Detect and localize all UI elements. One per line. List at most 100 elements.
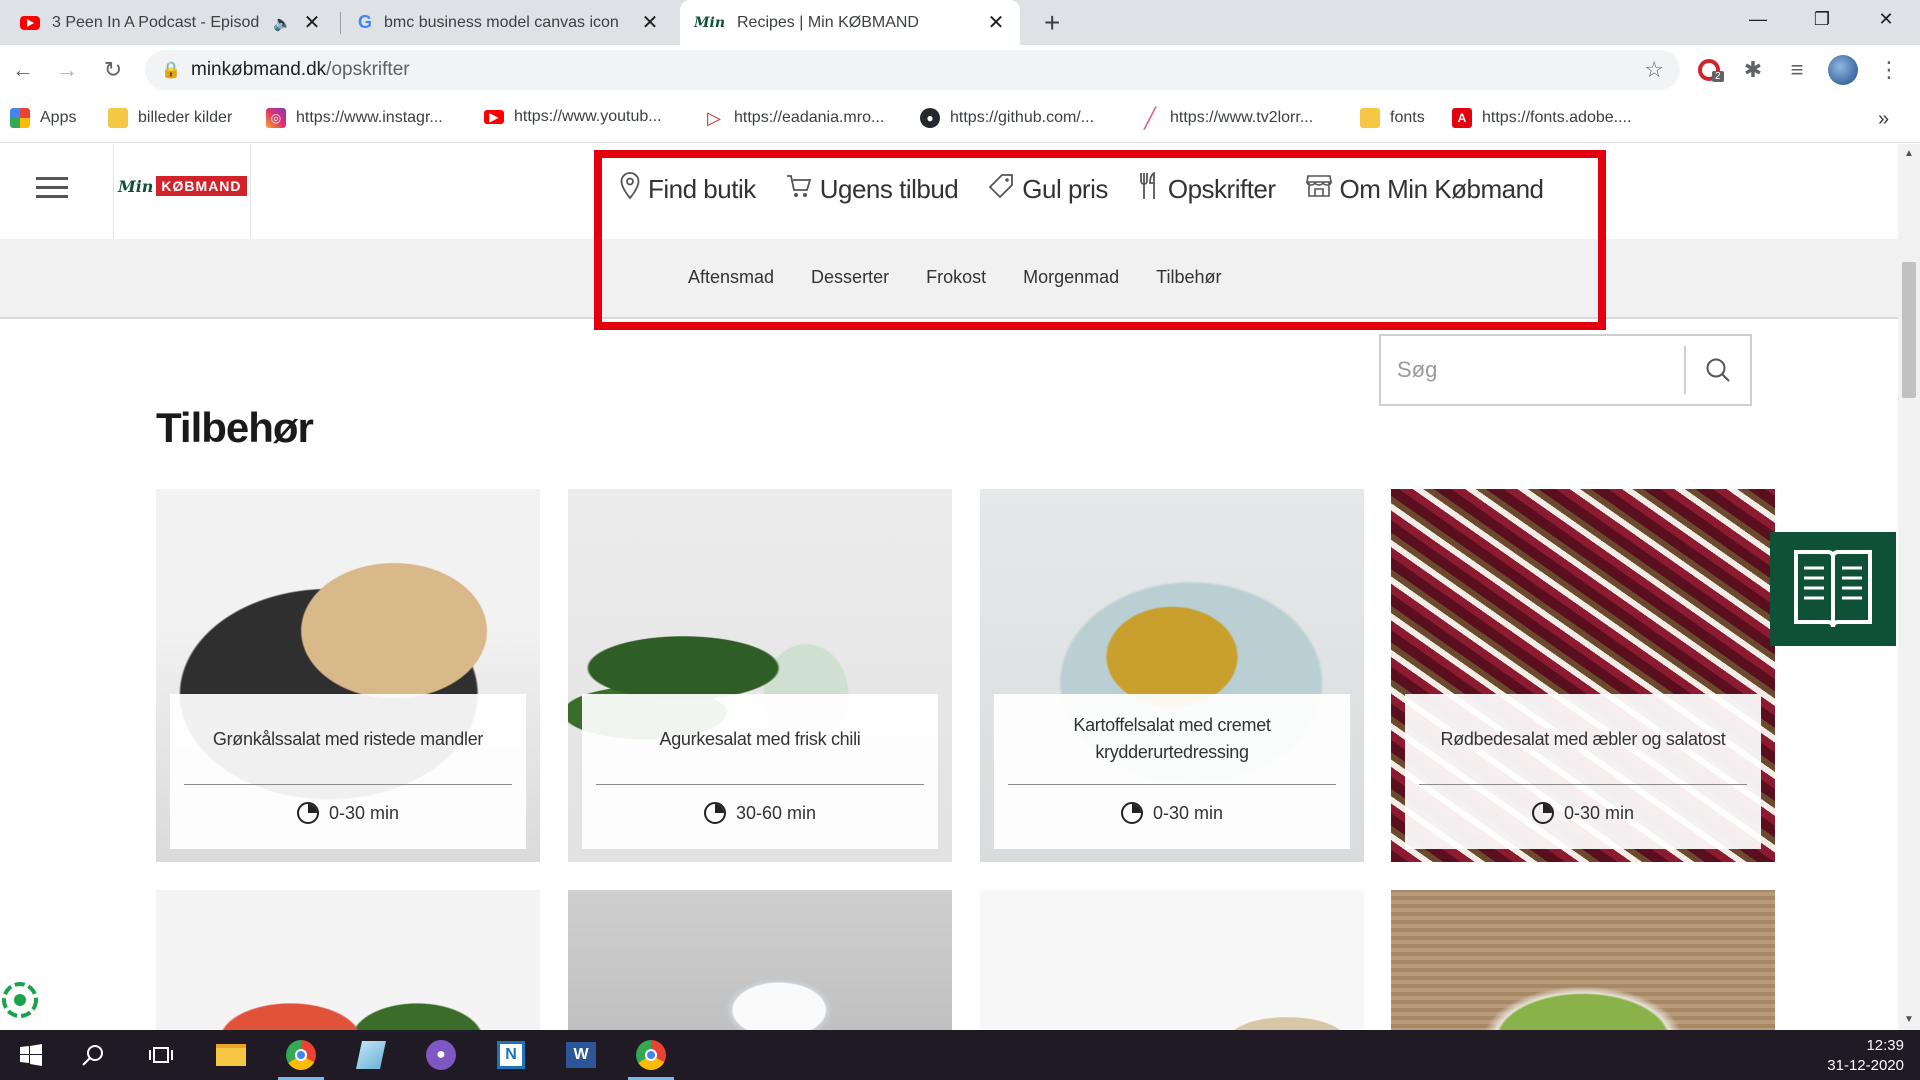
- recipe-image: [568, 890, 952, 1030]
- scroll-down-icon[interactable]: ▼: [1898, 1010, 1920, 1030]
- tab-title: 3 Peen In A Podcast - Episod: [52, 13, 260, 31]
- profile-avatar[interactable]: [1826, 53, 1860, 87]
- new-tab-button[interactable]: +: [1030, 0, 1074, 45]
- min-koebmand-icon: Min: [694, 14, 725, 31]
- nav-find-butik[interactable]: Find butik: [620, 172, 756, 206]
- bookmark-label: https://fonts.adobe....: [1482, 109, 1632, 126]
- word-icon[interactable]: W: [550, 1030, 612, 1080]
- recipe-card[interactable]: [568, 890, 952, 1030]
- bookmark-folder-fonts[interactable]: fonts: [1360, 108, 1425, 128]
- back-icon[interactable]: ←: [6, 53, 40, 87]
- bookmark-star-icon[interactable]: ☆: [1644, 57, 1664, 83]
- nav-label: Find butik: [648, 173, 756, 204]
- bookmark-apps[interactable]: Apps: [10, 108, 76, 128]
- tab-recipes[interactable]: Min Recipes | Min KØBMAND ✕: [680, 0, 1020, 45]
- recipe-category-subnav: Aftensmad Desserter Frokost Morgenmad Ti…: [0, 239, 1898, 319]
- scrollbar-thumb[interactable]: [1902, 262, 1916, 398]
- bookmark-label: https://eadania.mro...: [734, 109, 885, 126]
- search-input[interactable]: [1381, 336, 1686, 404]
- site-logo[interactable]: Min KØBMAND: [118, 176, 247, 196]
- open-book-icon: [1794, 550, 1872, 628]
- subnav-morgenmad[interactable]: Morgenmad: [1023, 267, 1119, 288]
- cutlery-icon: [1138, 171, 1160, 206]
- chrome-taskbar-icon[interactable]: [270, 1030, 332, 1080]
- recipe-name: Rødbedesalat med æbler og salatost: [1440, 728, 1726, 749]
- recipe-card[interactable]: Rødbedesalat med æbler og salatost 0-30 …: [1391, 489, 1775, 862]
- subnav-aftensmad[interactable]: Aftensmad: [688, 267, 774, 288]
- extension-badge: 2: [1712, 71, 1724, 82]
- close-icon[interactable]: ✕: [986, 10, 1006, 35]
- browser-toolbar: ← → ↻ 🔒 minkøbmand.dk /opskrifter ☆ 2 ✱ …: [0, 45, 1920, 95]
- clock-icon: [1120, 802, 1143, 824]
- extensions-puzzle-icon[interactable]: ✱: [1736, 53, 1770, 87]
- url-path: /opskrifter: [326, 59, 410, 80]
- window-close-button[interactable]: ✕: [1856, 0, 1916, 38]
- reload-icon[interactable]: ↻: [96, 53, 130, 87]
- search-icon[interactable]: [62, 1030, 124, 1080]
- recipe-card[interactable]: Grønkålssalat med ristede mandler 0-30 m…: [156, 489, 540, 862]
- cart-icon: [786, 173, 812, 205]
- instagram-icon: ◎: [266, 108, 286, 128]
- logo-container[interactable]: Min KØBMAND: [113, 144, 251, 239]
- bookmarks-bar: Apps billeder kilder ◎ https://www.insta…: [0, 95, 1920, 143]
- bookmark-folder-billeder[interactable]: billeder kilder: [108, 108, 232, 128]
- search-button[interactable]: [1684, 346, 1750, 394]
- extension-opera-icon[interactable]: 2: [1692, 53, 1726, 87]
- nav-ugens-tilbud[interactable]: Ugens tilbud: [786, 173, 959, 205]
- hamburger-menu-icon[interactable]: [36, 177, 68, 201]
- recipe-card[interactable]: [156, 890, 540, 1030]
- bookmark-eadania[interactable]: ▷ https://eadania.mro...: [704, 108, 884, 128]
- notion-app-icon[interactable]: N: [480, 1030, 542, 1080]
- system-clock[interactable]: 12:39 31-12-2020: [1827, 1036, 1904, 1076]
- tab-google[interactable]: G bmc business model canvas icon ✕: [344, 0, 674, 45]
- bookmark-adobe-fonts[interactable]: A https://fonts.adobe....: [1452, 108, 1631, 128]
- subnav-frokost[interactable]: Frokost: [926, 267, 986, 288]
- bookmark-tv2[interactable]: ╱ https://www.tv2lorr...: [1140, 107, 1313, 130]
- bookmark-label: https://www.instagr...: [296, 109, 443, 126]
- nav-gul-pris[interactable]: Gul pris: [988, 173, 1108, 205]
- recipe-book-button[interactable]: [1770, 532, 1896, 646]
- accessibility-widget-icon[interactable]: [0, 980, 40, 1020]
- nav-label: Opskrifter: [1167, 173, 1276, 204]
- forward-icon[interactable]: →: [50, 53, 84, 87]
- nav-label: Gul pris: [1022, 173, 1108, 204]
- address-bar[interactable]: 🔒 minkøbmand.dk /opskrifter ☆: [145, 50, 1680, 90]
- bookmark-youtube[interactable]: ▶ https://www.youtub...: [484, 108, 662, 126]
- bookmark-instagram[interactable]: ◎ https://www.instagr...: [266, 108, 443, 128]
- logo-brand: KØBMAND: [156, 176, 247, 196]
- youtube-icon: [20, 15, 40, 30]
- restore-button[interactable]: ❐: [1792, 0, 1852, 38]
- tab-podcast[interactable]: 3 Peen In A Podcast - Episod 🔈 ✕: [6, 0, 336, 45]
- minimize-button[interactable]: —: [1728, 0, 1788, 38]
- scroll-up-icon[interactable]: ▲: [1898, 144, 1920, 164]
- bookmark-github[interactable]: ● https://github.com/...: [920, 108, 1094, 128]
- map-pin-icon: [620, 172, 640, 206]
- close-icon[interactable]: ✕: [302, 10, 322, 35]
- audio-icon[interactable]: 🔈: [273, 14, 292, 32]
- bookmark-label: fonts: [1390, 109, 1425, 126]
- nav-om-min-koebmand[interactable]: Om Min Købmand: [1305, 174, 1544, 205]
- recipe-card[interactable]: Kartoffelsalat med cremet krydderurtedre…: [980, 489, 1364, 862]
- bookmark-label: billeder kilder: [138, 109, 233, 126]
- windows-start-icon[interactable]: [0, 1030, 62, 1080]
- github-desktop-icon[interactable]: ●: [410, 1030, 472, 1080]
- recipe-card[interactable]: [1391, 890, 1775, 1030]
- page-scrollbar[interactable]: ▲ ▼: [1898, 144, 1920, 1030]
- recipe-card[interactable]: [980, 890, 1364, 1030]
- chrome-taskbar-icon-2[interactable]: [620, 1030, 682, 1080]
- recipe-card[interactable]: Agurkesalat med frisk chili 30-60 min: [568, 489, 952, 862]
- chrome-menu-icon[interactable]: ⋮: [1872, 53, 1906, 87]
- bookmarks-more-button[interactable]: »: [1878, 108, 1889, 131]
- file-explorer-icon[interactable]: [200, 1030, 262, 1080]
- task-view-icon[interactable]: [130, 1030, 192, 1080]
- subnav-tilbehoer[interactable]: Tilbehør: [1156, 267, 1221, 288]
- close-icon[interactable]: ✕: [640, 10, 660, 35]
- media-queue-icon[interactable]: ≡: [1780, 53, 1814, 87]
- github-icon: ●: [920, 108, 940, 128]
- notes-app-icon[interactable]: [340, 1030, 402, 1080]
- tv2-icon: ╱: [1143, 107, 1157, 130]
- apps-grid-icon: [10, 108, 30, 128]
- subnav-desserter[interactable]: Desserter: [811, 267, 889, 288]
- bookmark-label: https://www.youtub...: [514, 108, 662, 125]
- nav-opskrifter[interactable]: Opskrifter: [1138, 171, 1276, 206]
